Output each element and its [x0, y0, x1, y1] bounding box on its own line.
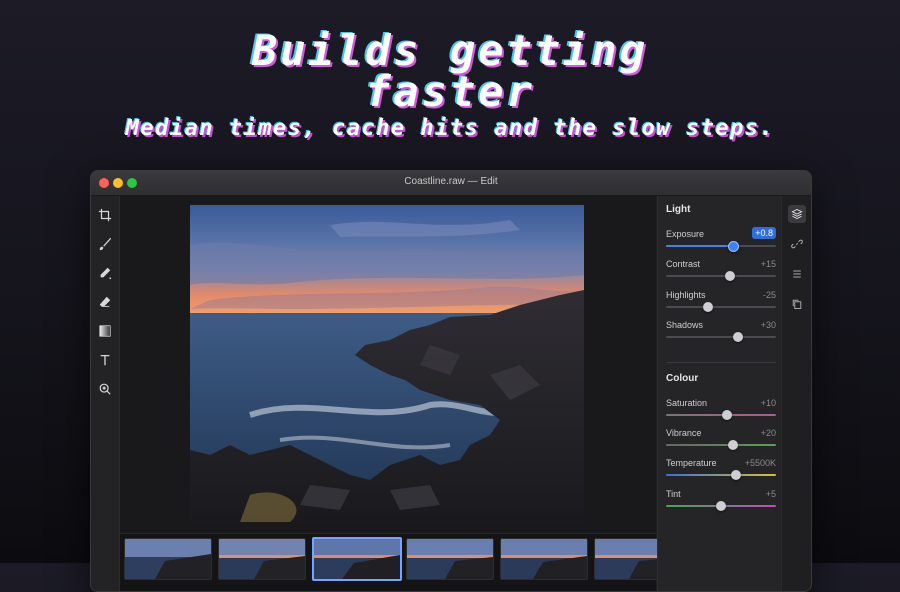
hero-subtitle: Median times, cache hits and the slow st…	[125, 116, 775, 141]
slider-value-badge[interactable]: +0.8	[752, 227, 776, 239]
tint-slider[interactable]	[666, 501, 776, 511]
contrast-slider[interactable]	[666, 271, 776, 281]
colour-section-heading: Colour	[666, 373, 699, 384]
filmstrip-thumbnail[interactable]	[406, 538, 494, 580]
adjustments-panel: Light Exposure +0.8 Contrast +15 Highlig…	[657, 196, 781, 591]
slider-value: -25	[762, 290, 776, 300]
slider-handle[interactable]	[731, 470, 742, 480]
slider-label: Highlights	[666, 290, 706, 300]
slider-handle[interactable]	[728, 241, 740, 252]
slider-value: +20	[760, 428, 776, 438]
slider-value: +15	[760, 259, 776, 269]
slider-value: +5	[765, 489, 776, 499]
hero-title-line2: faster	[365, 67, 535, 116]
vibrance-slider[interactable]	[666, 440, 776, 450]
slider-label: Exposure	[666, 229, 705, 239]
contrast-slider-row: Contrast +15	[666, 259, 776, 287]
slider-label: Vibrance	[666, 428, 702, 438]
hero-title-line1: Builds getting	[251, 26, 648, 75]
exposure-slider-row: Exposure +0.8	[666, 227, 776, 257]
slider-fill	[666, 245, 734, 247]
inspector-rail	[781, 196, 811, 591]
list-icon[interactable]	[788, 265, 806, 283]
slider-label: Saturation	[666, 398, 708, 408]
filmstrip-thumbnail[interactable]	[500, 538, 588, 580]
zoom-icon[interactable]	[95, 379, 115, 399]
window-title: Coastline.raw — Edit	[404, 176, 498, 187]
shadows-slider[interactable]	[666, 332, 776, 342]
photo-canvas[interactable]	[120, 196, 656, 536]
filmstrip-thumbnail[interactable]	[124, 538, 212, 580]
slider-label: Contrast	[666, 259, 701, 269]
link-icon[interactable]	[788, 235, 806, 253]
slider-label: Tint	[666, 489, 681, 499]
slider-label: Shadows	[666, 320, 704, 330]
light-section-heading: Light	[666, 204, 691, 215]
layers-icon[interactable]	[788, 205, 806, 223]
slider-value: +30	[760, 320, 776, 330]
brush-icon[interactable]	[95, 234, 115, 254]
eraser-icon[interactable]	[95, 292, 115, 312]
highlights-slider[interactable]	[666, 302, 776, 312]
slider-handle[interactable]	[721, 410, 732, 420]
filmstrip-thumbnail-selected[interactable]	[312, 537, 402, 581]
temperature-slider-row: Temperature +5500K	[666, 458, 776, 486]
highlights-slider-row: Highlights -25	[666, 290, 776, 318]
gradient-icon[interactable]	[95, 321, 115, 341]
title-bar: Coastline.raw — Edit	[91, 171, 811, 196]
slider-handle[interactable]	[724, 271, 735, 281]
slider-handle[interactable]	[716, 501, 726, 511]
shadows-slider-row: Shadows +30	[666, 320, 776, 348]
slider-handle[interactable]	[732, 332, 743, 342]
slider-handle[interactable]	[728, 440, 739, 450]
tool-palette	[91, 196, 120, 591]
slider-value: +5500K	[744, 458, 776, 468]
text-icon[interactable]	[95, 350, 115, 370]
pen-icon[interactable]	[95, 263, 115, 283]
copy-icon[interactable]	[788, 295, 806, 313]
slider-handle[interactable]	[702, 302, 713, 312]
editor-window: Coastline.raw — Edit Light Exposure +0.8…	[90, 170, 812, 592]
slider-value: +10	[760, 398, 776, 408]
temperature-slider[interactable]	[666, 470, 776, 480]
crop-icon[interactable]	[95, 205, 115, 225]
hero-title: Builds getting faster	[0, 26, 900, 116]
coastline-photo[interactable]	[190, 205, 584, 522]
filmstrip-thumbnail[interactable]	[218, 538, 306, 580]
slider-label: Temperature	[666, 458, 717, 468]
exposure-slider[interactable]	[666, 241, 776, 252]
saturation-slider[interactable]	[666, 410, 776, 420]
tint-slider-row: Tint +5	[666, 489, 776, 517]
section-divider	[666, 362, 776, 363]
saturation-slider-row: Saturation +10	[666, 398, 776, 426]
vibrance-slider-row: Vibrance +20	[666, 428, 776, 456]
